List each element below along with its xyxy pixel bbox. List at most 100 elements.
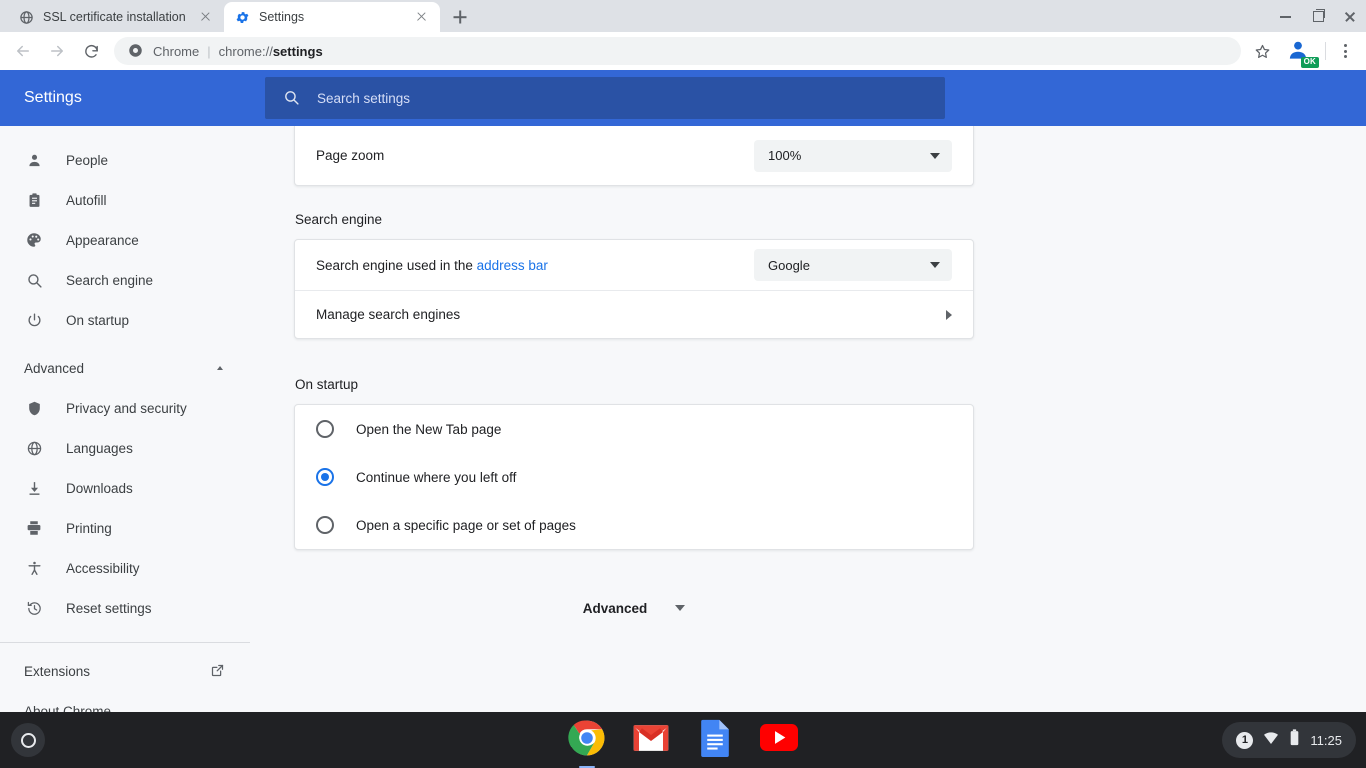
sidebar-item-label: Extensions — [24, 664, 90, 679]
sidebar-item-extensions[interactable]: Extensions — [0, 651, 250, 691]
on-startup-section-title: On startup — [294, 377, 974, 392]
power-icon — [24, 310, 44, 330]
restore-button[interactable] — [1302, 0, 1334, 32]
startup-option-specific-page[interactable]: Open a specific page or set of pages — [295, 501, 973, 549]
new-tab-button[interactable] — [446, 3, 474, 31]
sidebar-item-label: On startup — [66, 313, 129, 328]
forward-button[interactable] — [42, 36, 72, 66]
notification-count-badge: 1 — [1236, 732, 1253, 749]
chevron-down-icon — [930, 262, 940, 268]
shelf-app-chrome[interactable] — [563, 716, 611, 764]
browser-tab-1[interactable]: SSL certificate installation — [8, 2, 224, 32]
sidebar-divider — [0, 642, 250, 643]
system-shelf: 1 11:25 — [0, 712, 1366, 768]
browser-toolbar: Chrome | chrome://settings OK — [0, 32, 1366, 70]
manage-search-engines-row[interactable]: Manage search engines — [295, 290, 973, 338]
address-bar[interactable]: Chrome | chrome://settings — [114, 37, 1241, 65]
sidebar-item-autofill[interactable]: Autofill — [0, 180, 250, 220]
startup-option-label: Open a specific page or set of pages — [356, 518, 576, 533]
back-button[interactable] — [8, 36, 38, 66]
sidebar-item-label: Printing — [66, 521, 112, 536]
page-zoom-row: Page zoom 100% — [295, 126, 973, 185]
external-link-icon — [210, 663, 226, 679]
avatar[interactable]: OK — [1285, 37, 1313, 65]
sidebar-item-reset-settings[interactable]: Reset settings — [0, 588, 250, 628]
close-window-button[interactable] — [1334, 0, 1366, 32]
sidebar-item-on-startup[interactable]: On startup — [0, 300, 250, 340]
sidebar-item-search-engine[interactable]: Search engine — [0, 260, 250, 300]
omnibox-separator: | — [207, 44, 210, 59]
search-engine-section-title: Search engine — [294, 212, 974, 227]
reload-button[interactable] — [76, 36, 106, 66]
accessibility-icon — [24, 558, 44, 578]
sidebar-item-label: Autofill — [66, 193, 107, 208]
startup-option-new-tab[interactable]: Open the New Tab page — [295, 405, 973, 453]
sidebar-advanced-toggle[interactable]: Advanced — [0, 348, 250, 388]
bookmark-star-icon[interactable] — [1249, 38, 1275, 64]
startup-option-continue[interactable]: Continue where you left off — [295, 453, 973, 501]
clock: 11:25 — [1310, 733, 1342, 748]
clipboard-icon — [24, 190, 44, 210]
url-path: settings — [273, 44, 323, 59]
wifi-icon — [1263, 731, 1279, 750]
sidebar-item-downloads[interactable]: Downloads — [0, 468, 250, 508]
search-engine-used-label: Search engine used in the address bar — [316, 258, 548, 273]
download-icon — [24, 478, 44, 498]
search-engine-select[interactable]: Google — [754, 249, 952, 281]
address-bar-link[interactable]: address bar — [477, 258, 548, 273]
close-icon[interactable] — [412, 8, 430, 26]
chrome-menu-button[interactable] — [1332, 38, 1358, 64]
shelf-app-docs[interactable] — [691, 716, 739, 764]
settings-content-inner: Page zoom 100% Search engine Search engi… — [294, 126, 974, 624]
sidebar-item-label: Appearance — [66, 233, 139, 248]
settings-header: Settings Search settings — [0, 70, 1366, 126]
shelf-app-youtube[interactable] — [755, 716, 803, 764]
sidebar-item-privacy-and-security[interactable]: Privacy and security — [0, 388, 250, 428]
sidebar-item-label: Downloads — [66, 481, 133, 496]
search-engine-used-row: Search engine used in the address bar Go… — [295, 240, 973, 290]
url-prefix: chrome:// — [219, 44, 273, 59]
sidebar-gap — [0, 340, 250, 348]
radio-button-selected[interactable] — [316, 468, 334, 486]
radio-button[interactable] — [316, 516, 334, 534]
gear-icon — [234, 9, 250, 25]
search-engine-value: Google — [768, 258, 810, 273]
tab-title: Settings — [259, 10, 412, 24]
launcher-icon — [21, 733, 36, 748]
minimize-button[interactable] — [1270, 0, 1302, 32]
search-engine-card: Search engine used in the address bar Go… — [294, 239, 974, 339]
sidebar-item-label: Accessibility — [66, 561, 140, 576]
globe-icon — [18, 9, 34, 25]
launcher-button[interactable] — [11, 723, 45, 757]
battery-icon — [1289, 729, 1300, 751]
sidebar-item-printing[interactable]: Printing — [0, 508, 250, 548]
page-title: Settings — [0, 89, 250, 107]
advanced-expand-button[interactable]: Advanced — [554, 592, 714, 624]
sidebar-item-appearance[interactable]: Appearance — [0, 220, 250, 260]
appearance-card: Page zoom 100% — [294, 126, 974, 186]
globe-icon — [24, 438, 44, 458]
close-icon[interactable] — [196, 8, 214, 26]
search-icon — [283, 89, 301, 107]
system-tray[interactable]: 1 11:25 — [1222, 722, 1356, 758]
sidebar-item-people[interactable]: People — [0, 140, 250, 180]
browser-tab-2[interactable]: Settings — [224, 2, 440, 32]
search-placeholder: Search settings — [317, 91, 410, 106]
search-input[interactable]: Search settings — [265, 77, 945, 119]
docs-icon — [699, 719, 731, 762]
omnibox-url: chrome://settings — [219, 44, 323, 59]
toolbar-divider — [1325, 42, 1326, 60]
page-zoom-select[interactable]: 100% — [754, 140, 952, 172]
window-controls — [1270, 0, 1366, 32]
manage-search-engines-label: Manage search engines — [316, 307, 460, 322]
tab-strip: SSL certificate installation Settings — [0, 0, 1366, 32]
settings-content: Page zoom 100% Search engine Search engi… — [250, 126, 1366, 712]
radio-button[interactable] — [316, 420, 334, 438]
sidebar-item-languages[interactable]: Languages — [0, 428, 250, 468]
shelf-app-gmail[interactable] — [627, 716, 675, 764]
search-engine-used-prefix: Search engine used in the — [316, 258, 477, 273]
on-startup-card: Open the New Tab page Continue where you… — [294, 404, 974, 550]
chrome-icon — [568, 719, 606, 762]
advanced-expand-label: Advanced — [583, 601, 648, 616]
sidebar-item-accessibility[interactable]: Accessibility — [0, 548, 250, 588]
